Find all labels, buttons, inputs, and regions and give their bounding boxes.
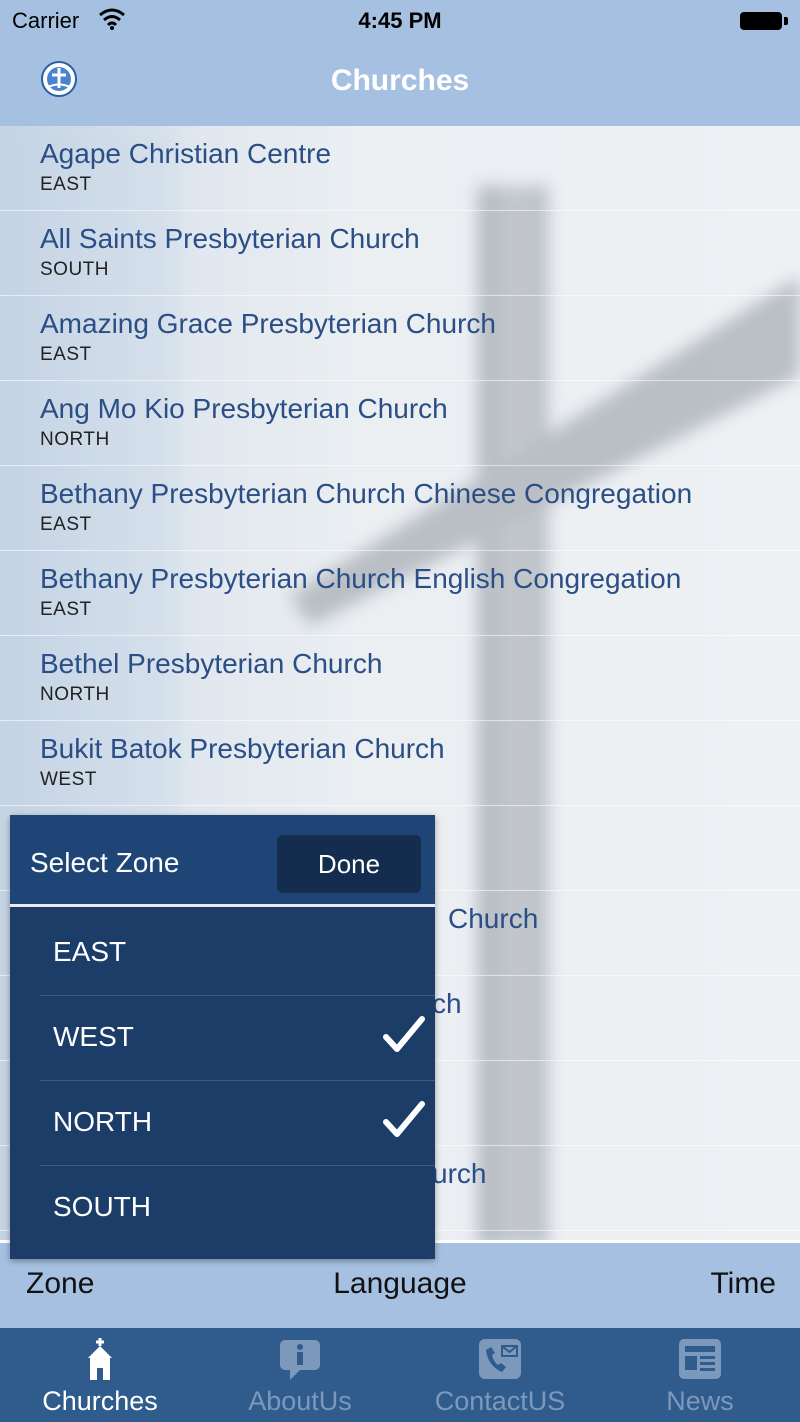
church-name: Bethany Presbyterian Church Chinese Cong… bbox=[40, 478, 693, 509]
tab-label: Churches bbox=[42, 1386, 158, 1416]
tab-label: ContactUS bbox=[434, 1386, 566, 1416]
tab-contactus[interactable]: ContactUS bbox=[400, 1328, 600, 1422]
church-row[interactable]: Amazing Grace Presbyterian Church EAST bbox=[0, 296, 800, 381]
tab-churches[interactable]: Churches bbox=[0, 1328, 200, 1422]
zone-option-north[interactable]: NORTH bbox=[10, 1080, 435, 1165]
newspaper-icon bbox=[679, 1339, 721, 1379]
church-zone: EAST bbox=[40, 514, 92, 535]
zone-option-label: SOUTH bbox=[53, 1191, 151, 1222]
church-row[interactable]: Bethany Presbyterian Church Chinese Cong… bbox=[0, 466, 800, 551]
time-filter-button[interactable]: Time bbox=[710, 1267, 776, 1301]
tab-label: AboutUs bbox=[248, 1386, 352, 1416]
church-zone: EAST bbox=[40, 174, 92, 195]
zone-option-south[interactable]: SOUTH bbox=[10, 1165, 435, 1250]
zone-options-list: EAST WEST NORTH SOUTH bbox=[10, 910, 435, 1250]
church-zone: EAST bbox=[40, 599, 92, 620]
checkmark-icon bbox=[383, 1016, 425, 1052]
church-row[interactable]: Bukit Batok Presbyterian Church WEST bbox=[0, 721, 800, 806]
status-bar: Carrier 4:45 PM bbox=[0, 0, 800, 42]
status-time: 4:45 PM bbox=[358, 8, 442, 33]
zone-option-label: EAST bbox=[53, 936, 127, 967]
nav-bar: Churches bbox=[0, 42, 800, 126]
church-row[interactable]: Bethany Presbyterian Church English Cong… bbox=[0, 551, 800, 636]
church-zone: SOUTH bbox=[40, 259, 109, 280]
church-name: Bethany Presbyterian Church English Cong… bbox=[40, 563, 682, 594]
zone-picker-popup: Select Zone Done EAST WEST NORTH SOUTH bbox=[10, 815, 435, 1259]
church-name: Bukit Batok Presbyterian Church bbox=[40, 733, 445, 764]
church-name: Bethel Presbyterian Church bbox=[40, 648, 383, 679]
zone-option-label: NORTH bbox=[53, 1106, 153, 1137]
tab-aboutus[interactable]: AboutUs bbox=[200, 1328, 400, 1422]
church-row[interactable]: Bethel Presbyterian Church NORTH bbox=[0, 636, 800, 721]
church-zone: NORTH bbox=[40, 684, 110, 705]
church-name: Agape Christian Centre bbox=[40, 138, 332, 169]
checkmark-icon bbox=[383, 1101, 425, 1137]
tab-bar: Churches AboutUs ContactUS News bbox=[0, 1328, 800, 1422]
page-title: Churches bbox=[330, 64, 470, 97]
church-row[interactable]: Ang Mo Kio Presbyterian Church NORTH bbox=[0, 381, 800, 466]
info-icon bbox=[280, 1340, 320, 1380]
church-name: All Saints Presbyterian Church bbox=[40, 223, 420, 254]
zone-picker-header: Select Zone Done bbox=[10, 815, 435, 907]
church-zone: NORTH bbox=[40, 429, 110, 450]
tab-news[interactable]: News bbox=[600, 1328, 800, 1422]
done-button[interactable]: Done bbox=[277, 835, 421, 893]
zone-picker-title: Select Zone bbox=[30, 847, 180, 878]
church-row[interactable]: Agape Christian Centre EAST bbox=[0, 126, 800, 211]
church-name: Amazing Grace Presbyterian Church bbox=[40, 308, 496, 339]
church-zone: EAST bbox=[40, 344, 92, 365]
church-zone: WEST bbox=[40, 769, 97, 790]
tab-label: News bbox=[666, 1386, 734, 1416]
church-icon bbox=[88, 1338, 112, 1380]
church-row[interactable]: All Saints Presbyterian Church SOUTH bbox=[0, 211, 800, 296]
zone-option-west[interactable]: WEST bbox=[10, 995, 435, 1080]
language-filter-button[interactable]: Language bbox=[0, 1267, 800, 1301]
battery-icon bbox=[740, 12, 788, 30]
phone-mail-icon bbox=[479, 1339, 521, 1379]
zone-option-east[interactable]: EAST bbox=[10, 910, 435, 995]
zone-option-label: WEST bbox=[53, 1021, 134, 1052]
church-name: Ang Mo Kio Presbyterian Church bbox=[40, 393, 448, 424]
